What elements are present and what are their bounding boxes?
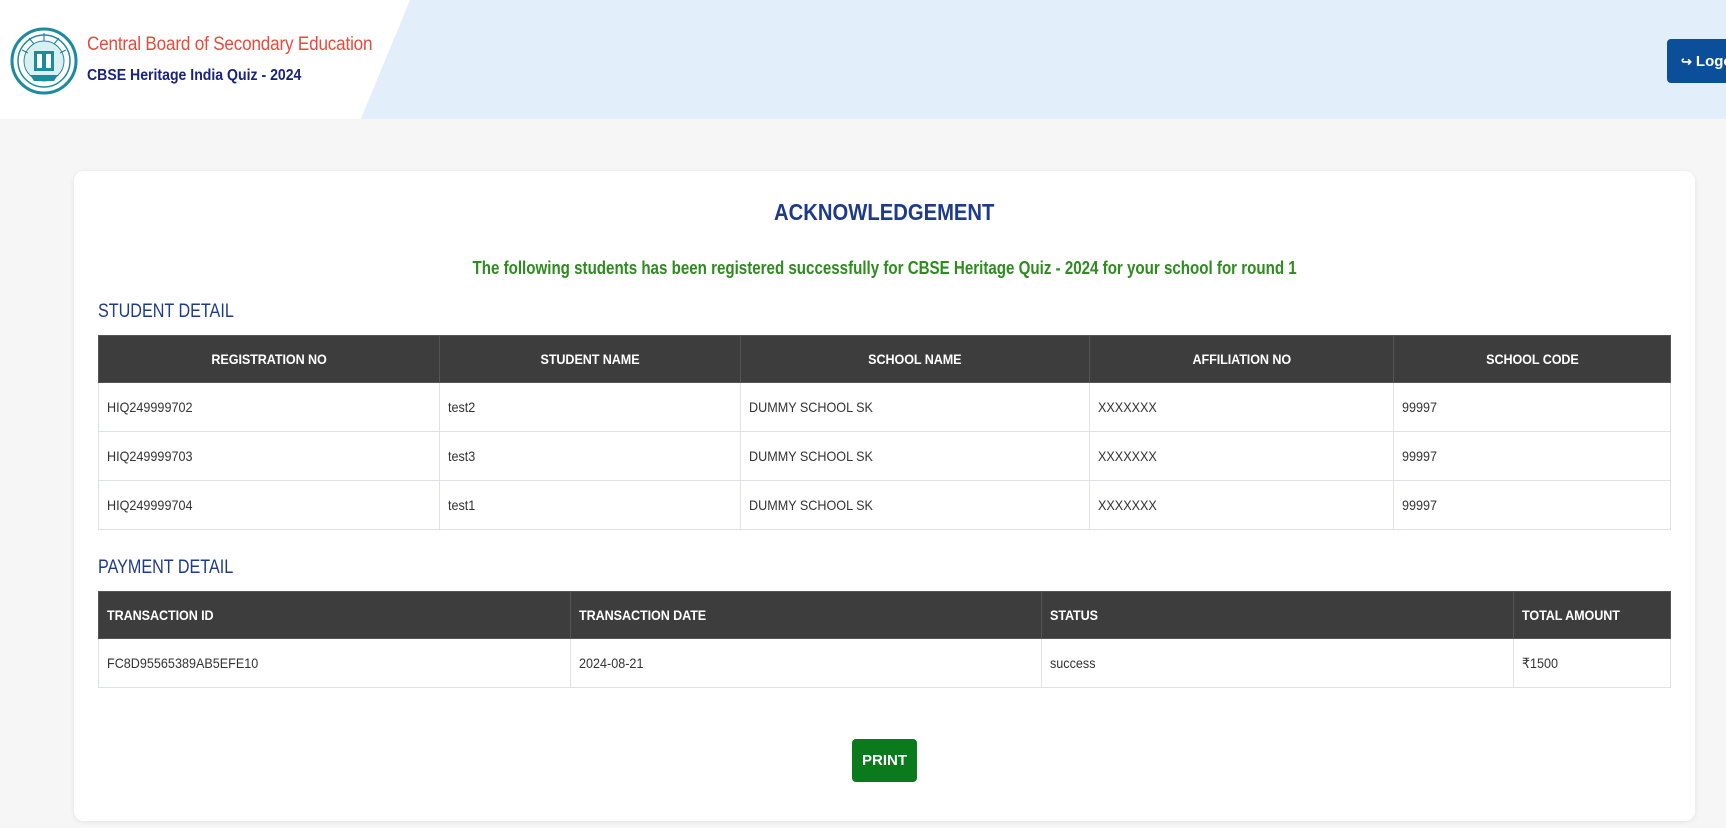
col-status: STATUS xyxy=(1041,591,1515,639)
page-title: ACKNOWLEDGEMENT xyxy=(774,199,995,225)
print-button[interactable]: PRINT xyxy=(852,739,917,782)
logout-label: Logout xyxy=(1695,52,1726,70)
col-total-amount: TOTAL AMOUNT xyxy=(1513,591,1671,639)
registration-no-cell: HIQ249999704 xyxy=(98,480,440,530)
acknowledgement-card: ACKNOWLEDGEMENT The following students h… xyxy=(74,171,1695,821)
school-code-cell: 99997 xyxy=(1393,431,1671,481)
quiz-name: CBSE Heritage India Quiz - 2024 xyxy=(87,67,302,84)
col-transaction-id: TRANSACTION ID xyxy=(98,591,571,639)
school-name-cell: DUMMY SCHOOL SK xyxy=(739,480,1091,530)
payment-table: TRANSACTION ID TRANSACTION DATE STATUS T… xyxy=(98,591,1671,688)
transaction-id-cell: FC8D95565389AB5EFE10 xyxy=(98,638,571,688)
school-code-cell: 99997 xyxy=(1393,382,1671,432)
student-name-cell: test2 xyxy=(438,382,741,432)
col-registration-no: REGISTRATION NO xyxy=(98,335,440,383)
table-row: HIQ249999704 test1 DUMMY SCHOOL SK XXXXX… xyxy=(98,480,1671,530)
col-school-code: SCHOOL CODE xyxy=(1393,335,1671,383)
col-student-name: STUDENT NAME xyxy=(438,335,741,383)
school-code-cell: 99997 xyxy=(1393,480,1671,530)
registration-no-cell: HIQ249999703 xyxy=(98,431,440,481)
table-row: FC8D95565389AB5EFE10 2024-08-21 success … xyxy=(98,638,1671,688)
school-name-cell: DUMMY SCHOOL SK xyxy=(739,431,1091,481)
school-name-cell: DUMMY SCHOOL SK xyxy=(739,382,1091,432)
header: Central Board of Secondary Education CBS… xyxy=(0,0,1726,119)
affiliation-no-cell: XXXXXXX xyxy=(1089,382,1395,432)
table-row: HIQ249999702 test2 DUMMY SCHOOL SK XXXXX… xyxy=(98,382,1671,432)
status-cell: success xyxy=(1041,638,1515,688)
col-affiliation-no: AFFILIATION NO xyxy=(1089,335,1395,383)
success-message: The following students has been register… xyxy=(472,258,1297,278)
student-detail-heading: STUDENT DETAIL xyxy=(98,301,234,322)
logout-icon: ↪ xyxy=(1681,53,1692,69)
registration-no-cell: HIQ249999702 xyxy=(98,382,440,432)
logout-button[interactable]: ↪Logout xyxy=(1667,39,1726,83)
transaction-date-cell: 2024-08-21 xyxy=(569,638,1043,688)
student-name-cell: test3 xyxy=(438,431,741,481)
student-table: REGISTRATION NO STUDENT NAME SCHOOL NAME… xyxy=(98,335,1671,530)
payment-table-header: TRANSACTION ID TRANSACTION DATE STATUS T… xyxy=(98,591,1671,639)
payment-detail-heading: PAYMENT DETAIL xyxy=(98,557,234,578)
cbse-logo-icon xyxy=(10,27,78,95)
student-table-header: REGISTRATION NO STUDENT NAME SCHOOL NAME… xyxy=(98,335,1671,383)
total-amount-cell: ₹1500 xyxy=(1513,638,1671,688)
affiliation-no-cell: XXXXXXX xyxy=(1089,431,1395,481)
table-row: HIQ249999703 test3 DUMMY SCHOOL SK XXXXX… xyxy=(98,431,1671,481)
col-transaction-date: TRANSACTION DATE xyxy=(569,591,1043,639)
student-name-cell: test1 xyxy=(438,480,741,530)
org-name: Central Board of Secondary Education xyxy=(87,34,373,55)
col-school-name: SCHOOL NAME xyxy=(739,335,1091,383)
affiliation-no-cell: XXXXXXX xyxy=(1089,480,1395,530)
